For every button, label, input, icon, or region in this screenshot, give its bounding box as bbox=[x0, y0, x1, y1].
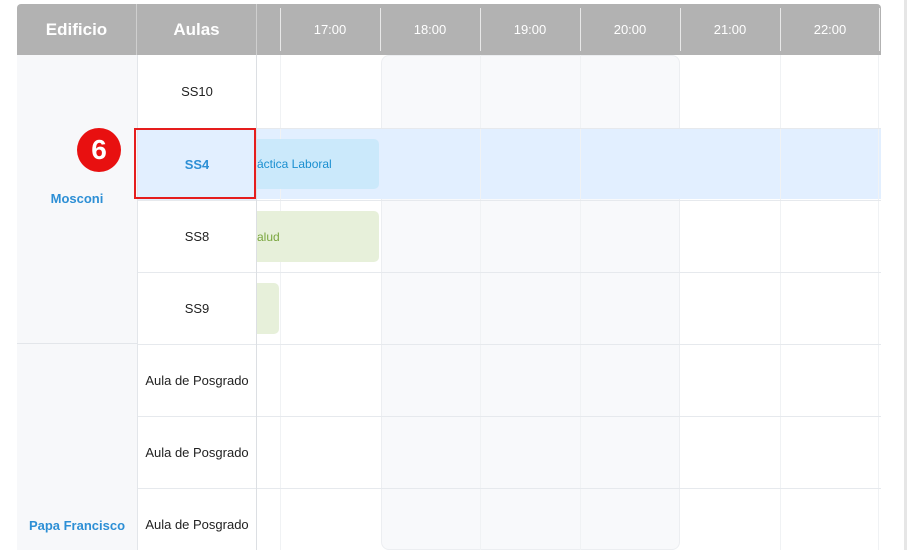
room-label: SS10 bbox=[181, 84, 213, 99]
header-building: Edificio bbox=[45, 19, 108, 39]
header-time-18: 18:00 bbox=[413, 22, 447, 37]
room-label: SS9 bbox=[184, 301, 210, 316]
schedule-grid: áctica Laboral alud Mosconi Papa Francis… bbox=[17, 4, 881, 550]
scrollbar[interactable] bbox=[904, 0, 907, 550]
header-time-21: 21:00 bbox=[713, 22, 747, 37]
column-divider bbox=[256, 55, 257, 550]
grid-line bbox=[480, 55, 481, 550]
building-label: Papa Francisco bbox=[28, 518, 126, 533]
room-label: Aula de Posgrado bbox=[145, 445, 249, 460]
event-block[interactable] bbox=[257, 283, 279, 334]
event-label: alud bbox=[257, 229, 280, 244]
room-cell-posgrado-1[interactable]: Aula de Posgrado bbox=[138, 345, 256, 416]
building-label: Mosconi bbox=[50, 191, 104, 206]
event-label: áctica Laboral bbox=[257, 157, 332, 171]
building-papa-francisco[interactable]: Papa Francisco bbox=[17, 516, 137, 550]
room-cell-posgrado-3[interactable]: Aula de Posgrado bbox=[138, 489, 256, 550]
room-cell-posgrado-2[interactable]: Aula de Posgrado bbox=[138, 417, 256, 488]
header-time-22: 22:00 bbox=[813, 22, 847, 37]
grid-line bbox=[878, 55, 879, 550]
event-block[interactable]: áctica Laboral bbox=[257, 139, 379, 189]
grid-line bbox=[280, 55, 281, 550]
room-cell-ss9[interactable]: SS9 bbox=[138, 273, 256, 344]
grid-line bbox=[580, 55, 581, 550]
header-rooms: Aulas bbox=[173, 19, 220, 39]
room-cell-ss8[interactable]: SS8 bbox=[138, 201, 256, 272]
header-time-17: 17:00 bbox=[313, 22, 347, 37]
room-label: SS8 bbox=[184, 229, 210, 244]
header-time-19: 19:00 bbox=[513, 22, 547, 37]
header-time-20: 20:00 bbox=[613, 22, 647, 37]
room-label: Aula de Posgrado bbox=[145, 373, 249, 388]
header-divider bbox=[256, 4, 257, 55]
room-label: Aula de Posgrado bbox=[145, 517, 249, 532]
highlight-box bbox=[134, 128, 256, 199]
header-tick bbox=[879, 8, 880, 51]
event-block[interactable]: alud bbox=[257, 211, 379, 262]
building-mosconi[interactable]: Mosconi bbox=[17, 55, 137, 343]
grid-line bbox=[780, 55, 781, 550]
room-cell-ss10[interactable]: SS10 bbox=[138, 56, 256, 127]
building-divider bbox=[17, 343, 137, 344]
step-number-badge: 6 bbox=[77, 128, 121, 172]
